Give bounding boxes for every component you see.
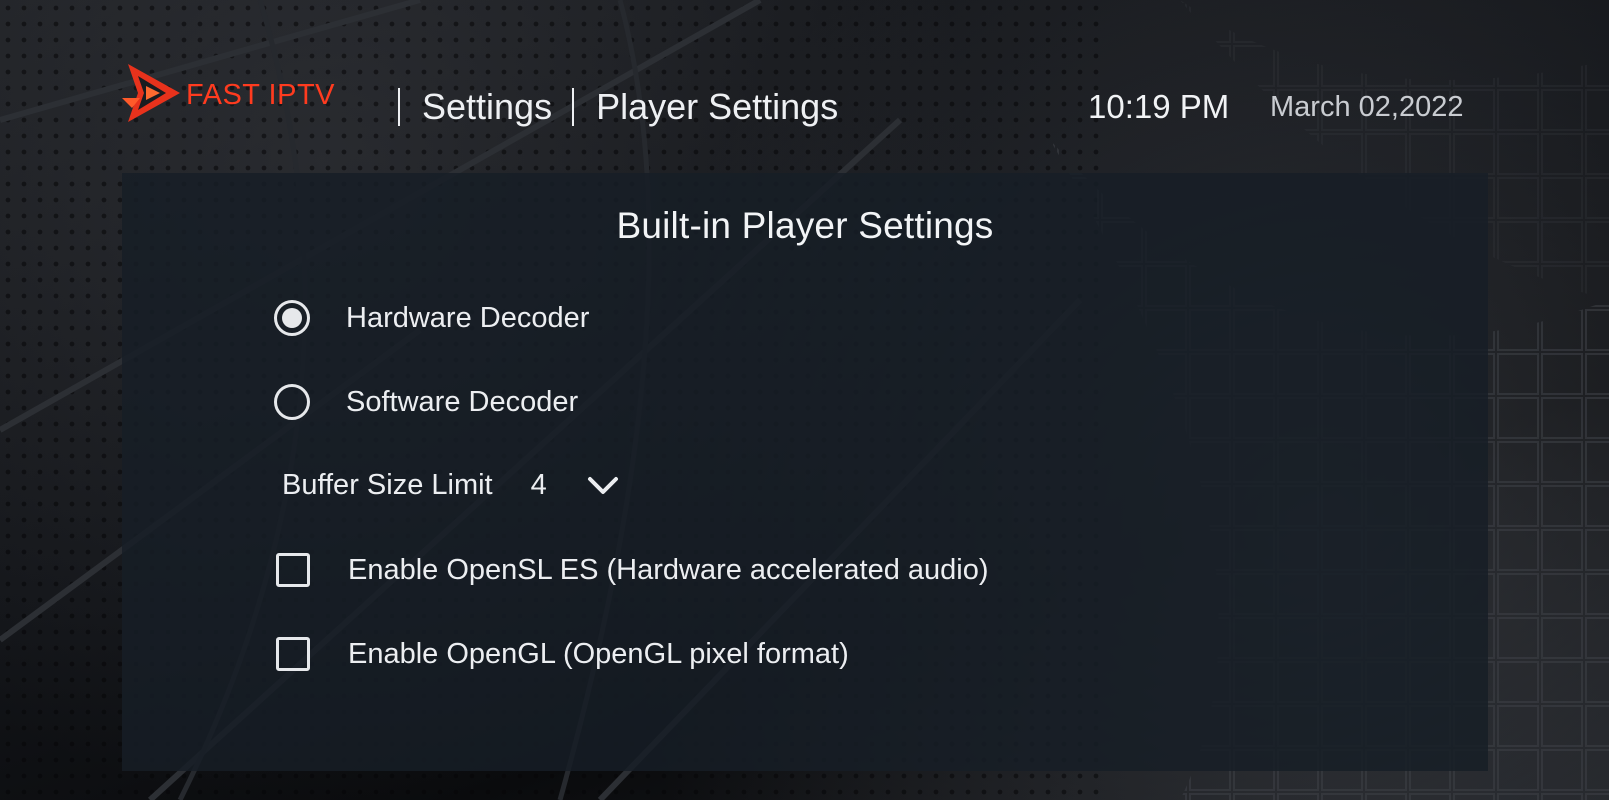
player-settings-screen: FAST IPTV Settings Player Settings 10:19…	[0, 0, 1609, 800]
page-title: Player Settings	[596, 86, 839, 127]
software-decoder-label: Software Decoder	[346, 385, 579, 418]
radio-button-selected[interactable]	[274, 300, 310, 336]
breadcrumb-separator	[572, 88, 575, 126]
brand-logo: FAST IPTV	[120, 62, 340, 124]
panel-title: Built-in Player Settings	[616, 205, 994, 246]
opensl-option[interactable]: Enable OpenSL ES (Hardware accelerated a…	[276, 553, 989, 587]
radio-button[interactable]	[274, 384, 310, 420]
clock: 10:19 PM	[1088, 88, 1230, 125]
buffer-size-row: Buffer Size Limit 4	[282, 469, 621, 502]
chevron-down-icon[interactable]	[585, 474, 621, 498]
buffer-size-label: Buffer Size Limit	[282, 469, 493, 501]
breadcrumb-separator	[398, 88, 400, 126]
breadcrumb: Settings Player Settings	[398, 86, 838, 128]
opengl-label: Enable OpenGL (OpenGL pixel format)	[348, 637, 849, 670]
breadcrumb-settings[interactable]: Settings	[422, 86, 552, 128]
software-decoder-option[interactable]: Software Decoder	[274, 384, 578, 420]
checkbox[interactable]	[276, 553, 310, 587]
settings-panel: Built-in Player Settings Hardware Decode…	[122, 173, 1488, 771]
hardware-decoder-label: Hardware Decoder	[346, 301, 590, 334]
opensl-label: Enable OpenSL ES (Hardware accelerated a…	[348, 553, 989, 586]
radio-dot	[282, 308, 302, 328]
play-triangle-logo-icon	[122, 64, 180, 122]
checkbox[interactable]	[276, 637, 310, 671]
hardware-decoder-option[interactable]: Hardware Decoder	[274, 300, 589, 336]
date: March 02,2022	[1270, 91, 1464, 123]
buffer-size-value[interactable]: 4	[531, 469, 547, 502]
opengl-option[interactable]: Enable OpenGL (OpenGL pixel format)	[276, 637, 849, 671]
brand-name: FAST IPTV	[186, 79, 336, 111]
